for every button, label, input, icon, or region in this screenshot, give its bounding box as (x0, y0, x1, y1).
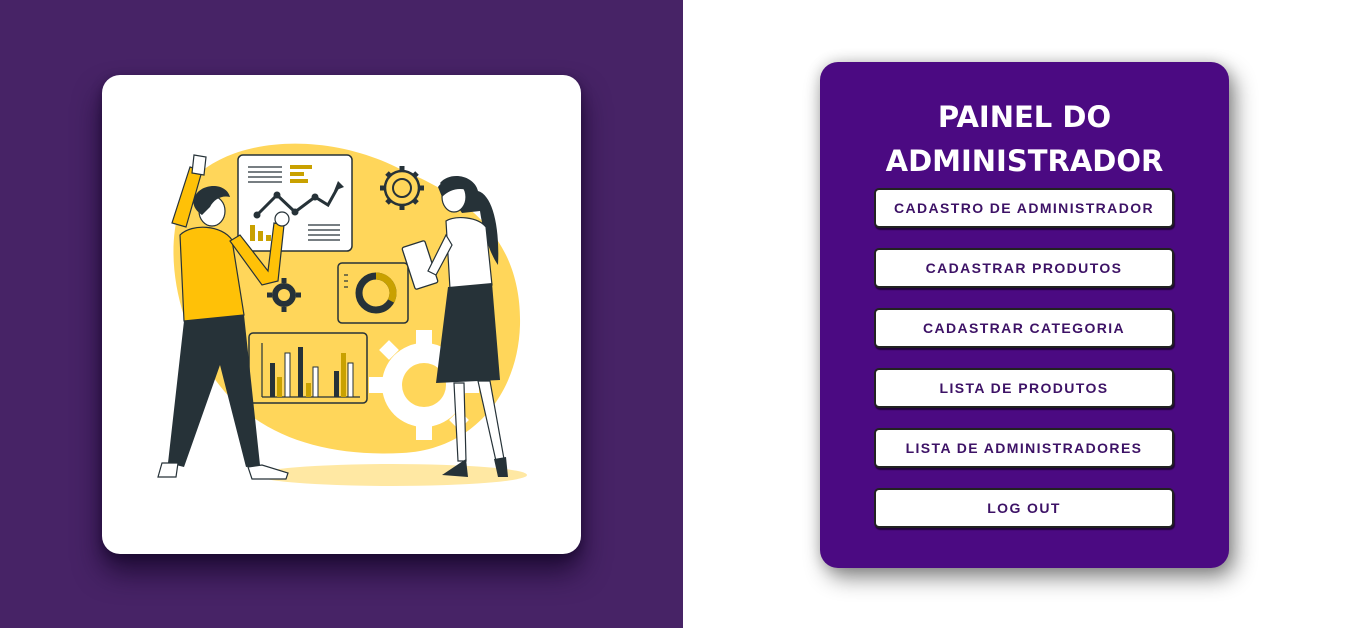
register-category-button[interactable]: CADASTRAR CATEGORIA (874, 308, 1174, 348)
right-panel: PAINEL DO ADMINISTRADOR CADASTRO DE ADMI… (683, 0, 1366, 628)
title-line-2: ADMINISTRADOR (885, 144, 1164, 178)
page: PAINEL DO ADMINISTRADOR CADASTRO DE ADMI… (0, 0, 1366, 628)
title-line-1: PAINEL DO (937, 100, 1112, 134)
logout-button[interactable]: LOG OUT (874, 488, 1174, 528)
admin-menu: CADASTRO DE ADMINISTRADOR CADASTRAR PROD… (874, 188, 1174, 548)
product-list-button[interactable]: LISTA DE PRODUTOS (874, 368, 1174, 408)
register-products-button[interactable]: CADASTRAR PRODUTOS (874, 248, 1174, 288)
ground-shadow (257, 464, 527, 486)
bar-chart-board (248, 332, 368, 404)
page-title: PAINEL DO ADMINISTRADOR (820, 95, 1229, 183)
line-chart-board (237, 154, 353, 252)
donut-chart-board (337, 262, 409, 324)
register-admin-button[interactable]: CADASTRO DE ADMINISTRADOR (874, 188, 1174, 228)
illustration-card (102, 75, 581, 554)
left-panel (0, 0, 683, 628)
business-analytics-illustration (157, 143, 527, 486)
admin-panel-card: PAINEL DO ADMINISTRADOR CADASTRO DE ADMI… (820, 62, 1229, 568)
admin-list-button[interactable]: LISTA DE ADMINISTRADORES (874, 428, 1174, 468)
